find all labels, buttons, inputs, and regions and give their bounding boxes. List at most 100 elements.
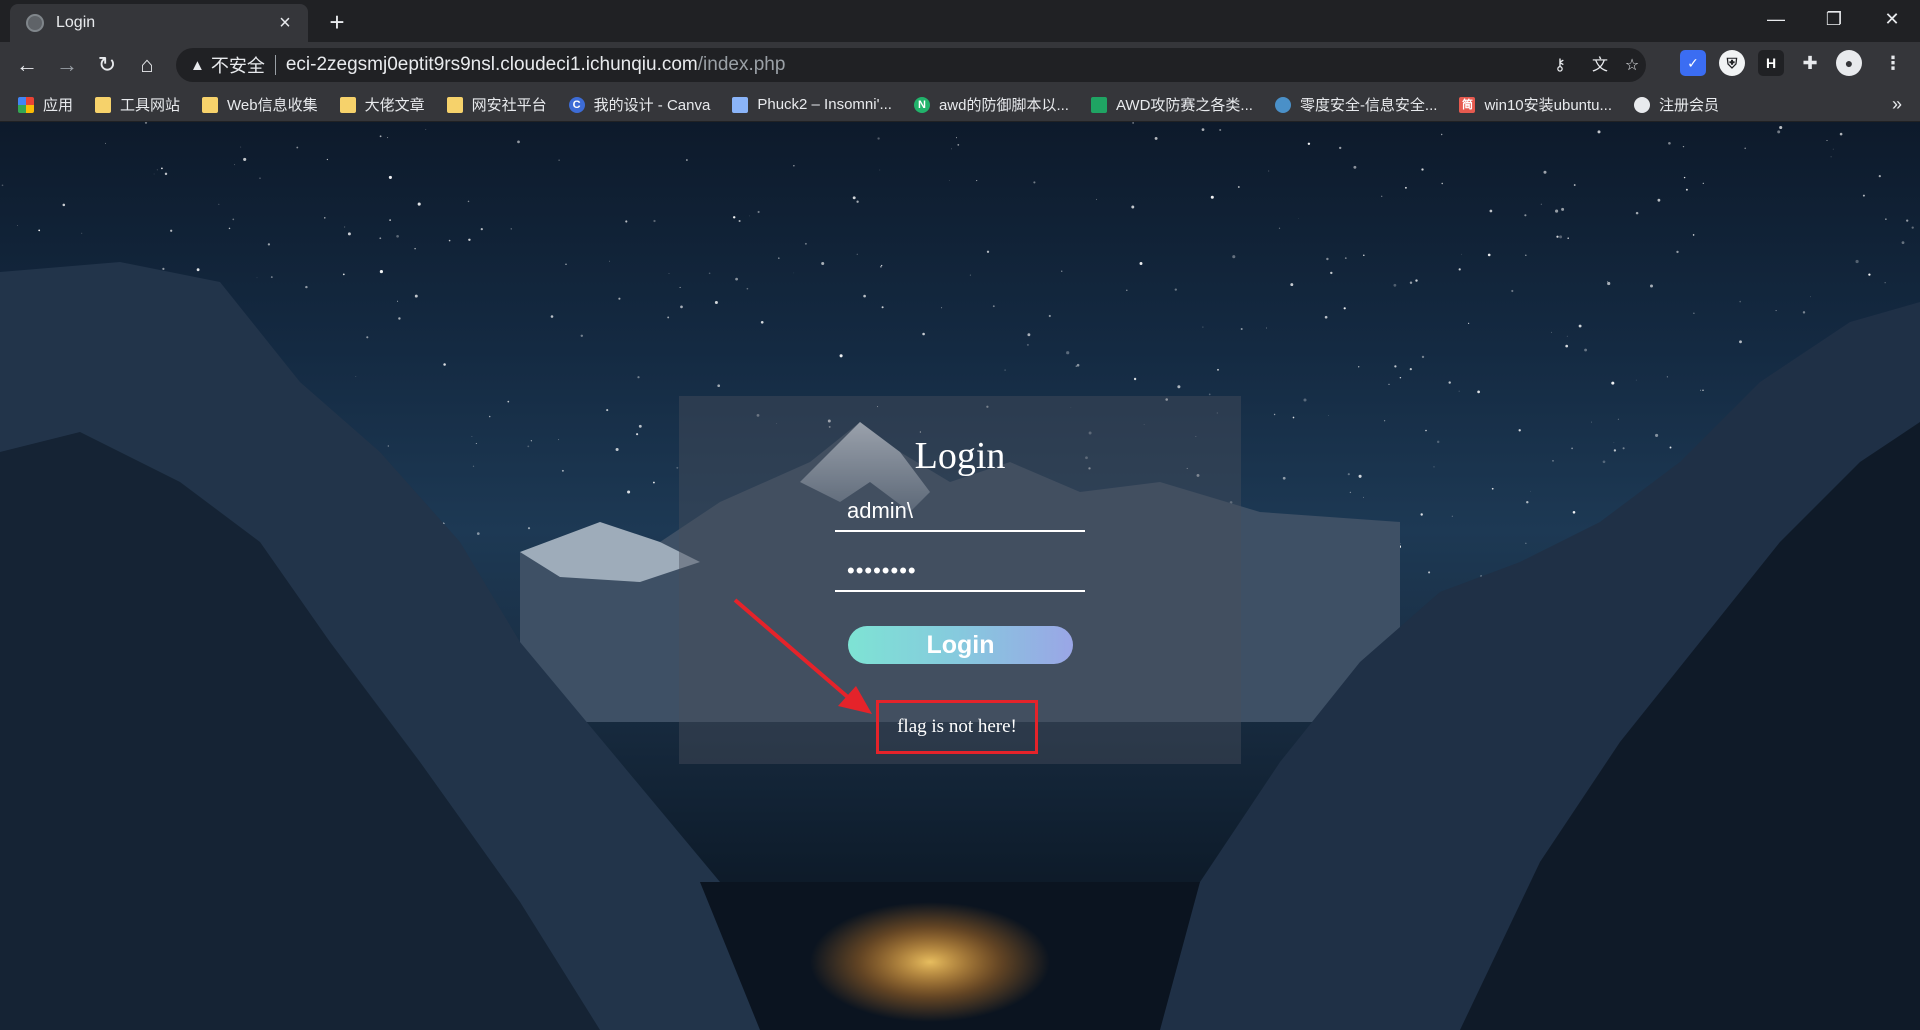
star [1441,182,1443,185]
star [956,137,957,139]
star [1404,186,1407,189]
bookmark-item[interactable]: 简 win10安装ubuntu... [1459,94,1612,115]
star [1330,271,1333,275]
star [218,203,220,205]
profile-avatar-icon[interactable]: ● [1836,50,1862,76]
star [1139,262,1143,265]
star [1839,132,1843,136]
star [1132,122,1134,124]
more-bookmarks-icon[interactable]: » [1892,94,1902,115]
star [480,227,483,231]
star [558,439,560,441]
star [396,234,399,238]
star [1328,415,1329,417]
star [398,317,401,320]
extension-h-icon[interactable]: H [1758,50,1784,76]
world-icon [1634,96,1651,113]
star [1363,254,1365,256]
star [1131,205,1135,209]
bookmark-item[interactable]: 应用 [18,94,73,115]
star [856,253,858,255]
star [16,225,18,226]
star [686,159,688,161]
star [1682,145,1685,148]
bookmark-label: Web信息收集 [227,97,318,114]
bookmark-item[interactable]: Web信息收集 [202,94,318,115]
close-tab-icon[interactable]: × [274,12,296,34]
star [1657,198,1661,202]
star [507,400,510,403]
star [1555,209,1559,213]
bookmark-label: 我的设计 - Canva [593,97,711,114]
star [1399,376,1402,379]
key-icon[interactable]: ⚷ [1548,54,1572,78]
star [1066,351,1070,355]
star [1565,344,1569,348]
star [1303,398,1307,402]
star [1219,128,1222,132]
bookmark-item[interactable]: 大佬文章 [339,94,425,115]
star [1911,226,1914,229]
star [1666,376,1668,378]
star [1906,219,1909,222]
star [948,180,950,181]
star [746,287,749,290]
star [1425,429,1427,432]
star [1584,348,1588,352]
star [732,216,736,219]
bookmark-item[interactable]: AWD攻防赛之各类... [1090,94,1253,115]
star [1154,136,1158,140]
star [1802,311,1806,314]
bookmark-label: awd的防御脚本以... [938,97,1069,114]
username-input[interactable] [835,492,1085,532]
star [1524,214,1527,217]
bookmark-item[interactable]: 注册会员 [1634,94,1719,115]
close-window-icon[interactable]: ✕ [1864,0,1920,38]
bookmark-item[interactable]: 工具网站 [95,94,180,115]
star [879,169,881,171]
url-host[interactable]: eci-2zegsmj0eptit9rs9nsl.cloudeci1.ichun… [286,54,698,76]
warning-icon[interactable]: ▲ [190,57,205,74]
star [637,376,640,379]
star [1461,253,1462,255]
bookmark-item[interactable]: 网安社平台 [446,94,547,115]
star [1388,383,1390,386]
insecure-label[interactable]: 不安全 [211,52,265,78]
login-button[interactable]: Login [848,626,1073,664]
menu-kebab-icon[interactable]: ⋮ [1880,50,1906,76]
forward-icon[interactable]: → [52,50,82,80]
password-input[interactable] [835,552,1085,592]
back-icon[interactable]: ← [12,50,42,80]
star [240,146,242,148]
url-path[interactable]: /index.php [698,54,786,76]
address-bar[interactable]: ▲ 不安全 eci-2zegsmj0eptit9rs9nsl.cloudeci1… [176,48,1646,82]
star [164,172,168,176]
translate-icon[interactable]: 文 [1588,54,1612,78]
bookmark-item[interactable]: C 我的设计 - Canva [568,94,711,115]
star [1552,460,1554,462]
star [821,261,825,266]
reload-icon[interactable]: ↻ [92,50,122,80]
bookmark-item[interactable]: Nawd的防御脚本以... [913,94,1069,115]
extensions-puzzle-icon[interactable]: ✚ [1797,50,1823,76]
new-tab-button[interactable]: + [322,8,352,38]
extension-shield-icon[interactable]: ⛨ [1719,50,1745,76]
home-icon[interactable]: ⌂ [132,50,162,80]
star [1177,385,1181,389]
star [1363,496,1364,498]
star [1004,369,1006,371]
tab-login[interactable]: Login × [10,4,308,42]
bookmark-item[interactable]: Phuck2 – Insomni'... [732,96,892,113]
star-icon[interactable]: ☆ [1620,54,1644,78]
star [558,159,560,161]
bookmark-item[interactable]: 零度安全-信息安全... [1274,94,1437,115]
star [326,158,329,161]
star [804,242,807,245]
star [1543,170,1547,174]
bookmark-label: 工具网站 [120,97,181,114]
star [679,286,681,288]
minimize-icon[interactable]: — [1748,0,1804,38]
star [1491,487,1494,490]
restore-icon[interactable]: ❐ [1806,0,1862,38]
extension-bird-icon[interactable]: ✓ [1680,50,1706,76]
